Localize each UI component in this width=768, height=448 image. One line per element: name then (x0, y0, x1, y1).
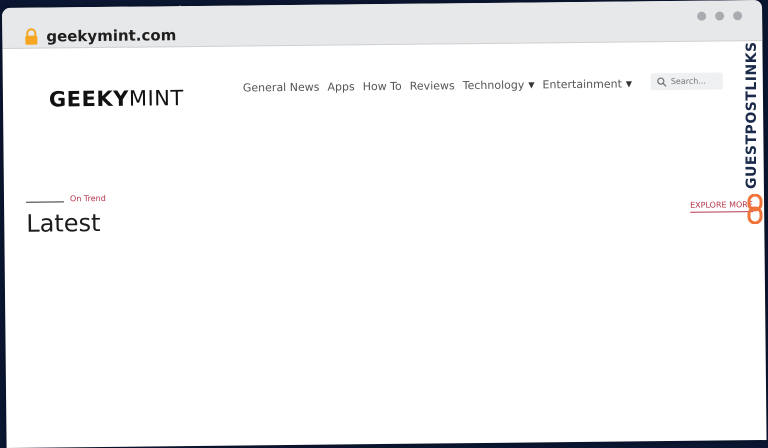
nav-label: General News (242, 80, 320, 95)
section-title: Latest (26, 208, 101, 238)
nav-label: Technology (462, 78, 525, 93)
logo-bold-part: GEEKY (48, 86, 130, 112)
nav-label: How To (362, 79, 402, 94)
search-input[interactable] (666, 76, 723, 87)
window-control-dot[interactable] (697, 11, 707, 21)
search-box (650, 72, 723, 91)
logo-light-part: MINT (128, 86, 184, 111)
window-control-dot[interactable] (715, 11, 725, 21)
nav-item-reviews[interactable]: Reviews (410, 79, 455, 92)
watermark: GUESTPOSTLINKS (744, 40, 766, 230)
caret-down-icon: ▼ (528, 80, 535, 90)
site-logo[interactable]: GEEKYMINT (49, 86, 184, 111)
window-control-dot[interactable] (733, 11, 743, 21)
nav-item-entertainment[interactable]: Entertainment ▼ (542, 77, 633, 92)
search-icon[interactable] (657, 76, 667, 87)
watermark-text: GUESTPOSTLINKS (744, 41, 760, 189)
lock-icon (25, 28, 38, 45)
nav-label: Entertainment (542, 77, 622, 92)
nav-item-how-to[interactable]: How To (363, 80, 402, 93)
section-tag-rule (26, 201, 65, 203)
main-nav: General News Apps How To Reviews Technol… (243, 77, 633, 95)
browser-window: geekymint.com GEEKYMINT General News App… (2, 0, 767, 448)
section-tag: On Trend (69, 193, 106, 204)
window-controls (697, 11, 743, 21)
nav-item-general-news[interactable]: General News (243, 81, 320, 95)
nav-item-technology[interactable]: Technology ▼ (462, 78, 535, 93)
nav-label: Apps (327, 80, 355, 94)
browser-titlebar: geekymint.com (2, 0, 763, 49)
chain-link-icon (747, 194, 763, 224)
nav-item-apps[interactable]: Apps (327, 80, 354, 93)
caret-down-icon: ▼ (625, 79, 633, 89)
address-bar-url[interactable]: geekymint.com (46, 26, 176, 45)
nav-label: Reviews (409, 79, 455, 93)
